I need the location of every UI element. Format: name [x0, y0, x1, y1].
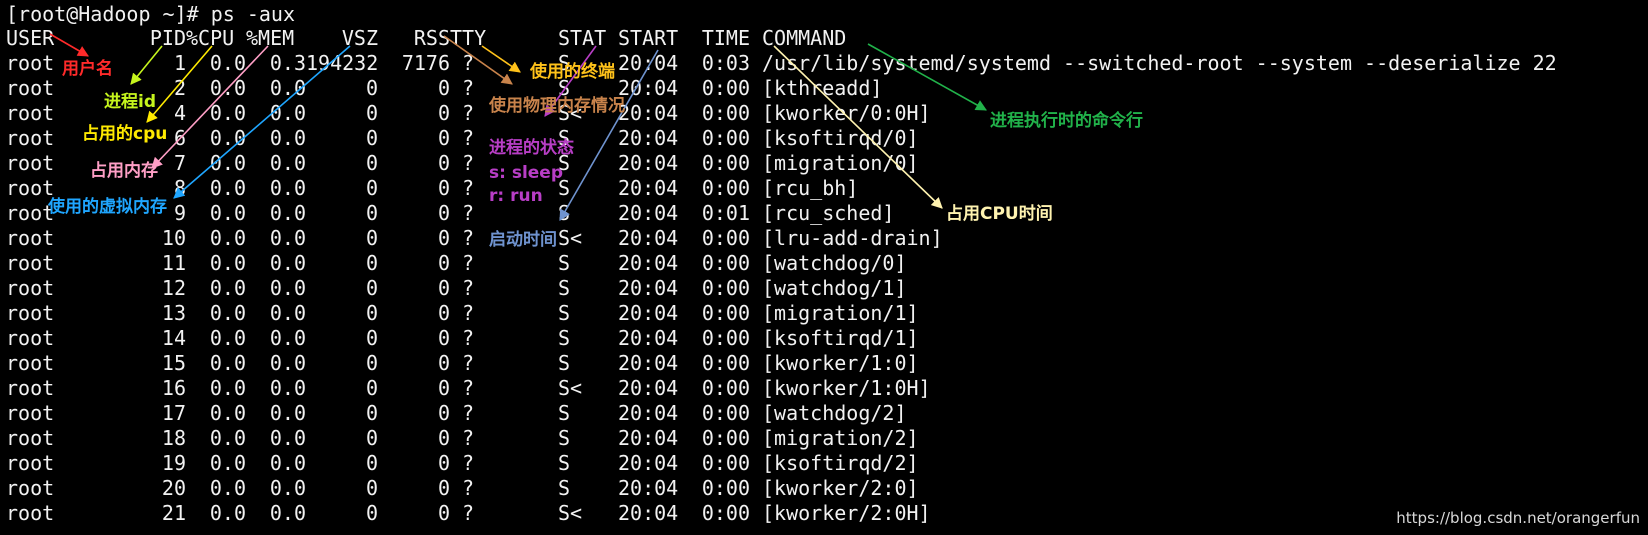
- arrow-user: [49, 33, 89, 57]
- arrow-command: [867, 43, 987, 111]
- annotation-time: 占用CPU时间: [946, 204, 1053, 224]
- annotation-vsz: 使用的虚拟内存: [48, 197, 167, 217]
- annotation-command: 进程执行时的命令行: [990, 111, 1143, 131]
- arrow-mem: [151, 45, 269, 169]
- annotation-cpu: 占用的cpu: [82, 124, 168, 144]
- arrow-time: [773, 45, 943, 209]
- annotation-start: 启动时间: [489, 230, 557, 250]
- arrow-vsz: [173, 45, 351, 199]
- annotation-tty: 使用的终端: [530, 62, 615, 82]
- annotation-stat: 进程的状态: [489, 138, 574, 158]
- annotation-rss: 使用物理内存情况: [489, 96, 625, 116]
- watermark: https://blog.csdn.net/orangerfun: [1396, 509, 1640, 527]
- arrow-cpu: [146, 45, 213, 123]
- arrow-pid: [130, 45, 163, 85]
- terminal-window[interactable]: [root@Hadoop ~]# ps -aux USER PID %CPU %…: [0, 0, 1648, 535]
- annotation-user: 用户名: [62, 59, 113, 79]
- annotation-pid: 进程id: [104, 92, 156, 112]
- annotation-stat-sleep: s: sleep: [489, 163, 564, 183]
- annotation-stat-run: r: run: [489, 186, 543, 206]
- annotation-arrows: [49, 33, 987, 221]
- arrow-tty: [481, 45, 521, 73]
- annotation-mem: 占用内存: [90, 161, 158, 181]
